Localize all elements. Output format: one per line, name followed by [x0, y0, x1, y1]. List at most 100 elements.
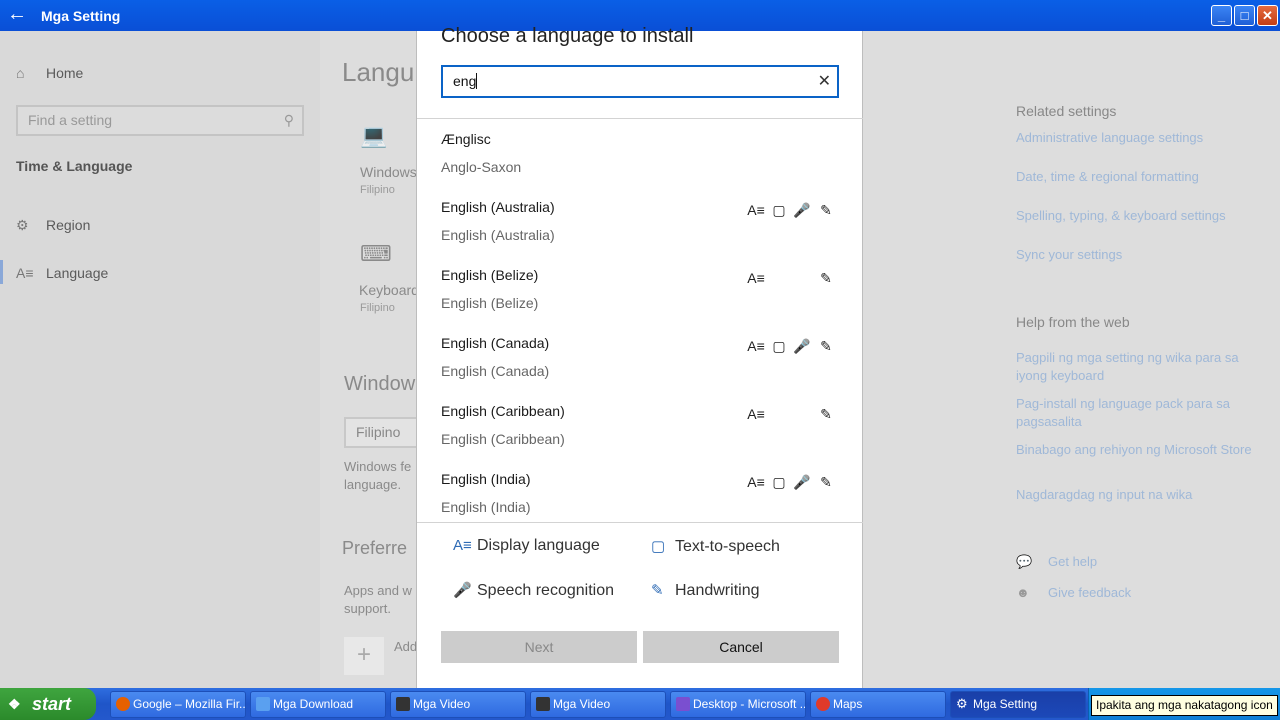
taskbar-label: Desktop - Microsoft ...: [693, 697, 806, 711]
add-text[interactable]: Add: [394, 639, 417, 654]
taskbar-item-maps[interactable]: Maps: [810, 691, 946, 718]
handwriting-icon: ✎: [820, 202, 832, 218]
related-link-spelling[interactable]: Spelling, typing, & keyboard settings: [1016, 207, 1226, 225]
help-link-keyboard[interactable]: Pagpili ng mga setting ng wika para sa i…: [1016, 349, 1266, 385]
related-link-admin[interactable]: Administrative language settings: [1016, 129, 1203, 147]
desktop-icon: [676, 697, 690, 711]
maximize-button[interactable]: □: [1234, 5, 1255, 26]
taskbar-label: Mga Video: [413, 697, 471, 711]
display-language-icon: A≡: [747, 270, 765, 286]
legend-speech-recognition: 🎤 Speech recognition: [453, 581, 614, 600]
help-link-input[interactable]: Nagdaragdag ng input na wika: [1016, 486, 1266, 504]
next-button[interactable]: Next: [441, 631, 637, 663]
speech-recognition-icon: 🎤: [793, 474, 811, 490]
start-label: start: [32, 694, 72, 714]
give-feedback-link[interactable]: Give feedback: [1048, 584, 1131, 602]
language-name: Ænglisc: [441, 131, 491, 147]
windows-fe-text: Windows fe: [344, 459, 412, 474]
handwriting-icon: ✎: [820, 406, 832, 422]
search-icon: ⚲: [283, 112, 294, 128]
taskbar-item-desktop[interactable]: Desktop - Microsoft ...: [670, 691, 806, 718]
legend-display-language: A≡ Display language: [453, 537, 600, 555]
text-caret: [476, 73, 478, 89]
divider: [417, 522, 863, 523]
minimize-button[interactable]: _: [1211, 5, 1232, 26]
speech-recognition-icon: 🎤: [453, 582, 472, 599]
find-setting-input[interactable]: Find a setting ⚲: [16, 105, 304, 136]
clear-icon[interactable]: ✕: [818, 71, 831, 91]
sidebar-item-language[interactable]: A≡ Language: [16, 265, 108, 281]
language-install-dialog: Choose a language to install eng ✕ Ængli…: [416, 25, 863, 688]
gear-icon: ⚙: [956, 696, 968, 711]
related-link-sync[interactable]: Sync your settings: [1016, 246, 1122, 264]
taskbar-item-videos-2[interactable]: Mga Video: [530, 691, 666, 718]
handwriting-icon: ✎: [820, 474, 832, 490]
get-help-link[interactable]: Get help: [1048, 553, 1097, 571]
sidebar-item-label: Region: [46, 217, 91, 233]
taskbar-label: Mga Video: [553, 697, 611, 711]
nav-home-label: Home: [46, 65, 84, 81]
taskbar-label: Mga Download: [273, 697, 354, 711]
taskbar-item-firefox[interactable]: Google – Mozilla Fir...: [110, 691, 246, 718]
close-button[interactable]: ✕: [1257, 5, 1278, 26]
download-icon: [256, 697, 270, 711]
display-language-icon: A≡: [453, 537, 472, 554]
windows-language-heading: Window: [344, 373, 416, 395]
list-item[interactable]: English (Belize) English (Belize) A≡ ✎: [441, 255, 841, 323]
support-text: support.: [344, 601, 391, 616]
help-link-language-pack[interactable]: Pag-install ng language pack para sa pag…: [1016, 395, 1266, 431]
home-icon: ⌂: [16, 65, 25, 81]
language-name: English (Canada): [441, 335, 550, 351]
list-item[interactable]: English (Caribbean) English (Caribbean) …: [441, 391, 841, 459]
list-item[interactable]: English (Australia) English (Australia) …: [441, 187, 841, 255]
find-setting-placeholder: Find a setting: [28, 112, 113, 128]
laptop-icon: 💻: [360, 123, 388, 148]
nav-home[interactable]: ⌂ Home: [16, 65, 83, 81]
sidebar: ⌂ Home Find a setting ⚲ Time & Language ⚙…: [0, 31, 320, 688]
windows-display-item[interactable]: Windows: [360, 164, 417, 180]
taskbar-item-downloads[interactable]: Mga Download: [250, 691, 386, 718]
display-language-icon: A≡: [747, 338, 765, 354]
back-arrow-icon[interactable]: ←: [6, 4, 28, 26]
selected-indicator: [0, 260, 3, 284]
handwriting-icon: ✎: [651, 582, 664, 599]
maps-icon: [816, 697, 830, 711]
help-link-region[interactable]: Binabago ang rehiyon ng Microsoft Store: [1016, 441, 1266, 459]
list-item[interactable]: English (India) English (India) A≡ ▢ 🎤 ✎: [441, 459, 841, 522]
tooltip: Ipakita ang mga nakatagong icon: [1091, 695, 1278, 716]
firefox-icon: [116, 697, 130, 711]
language-name: English (Belize): [441, 267, 539, 283]
legend-handwriting: ✎ Handwriting: [651, 581, 759, 600]
add-language-icon[interactable]: +: [344, 637, 384, 675]
video-icon: [536, 697, 550, 711]
dialog-title: Choose a language to install: [441, 25, 694, 47]
text-to-speech-icon: ▢: [772, 338, 786, 354]
text-to-speech-icon: ▢: [772, 474, 786, 490]
display-language-icon: A≡: [747, 406, 765, 422]
video-icon: [396, 697, 410, 711]
language-list: Ænglisc Anglo-Saxon English (Australia) …: [417, 119, 863, 522]
language-text: language.: [344, 477, 402, 492]
section-title: Time & Language: [16, 158, 133, 174]
taskbar-label: Google – Mozilla Fir...: [133, 697, 246, 711]
taskbar-item-settings[interactable]: ⚙ Mga Setting: [950, 691, 1086, 718]
globe-icon: ⚙: [16, 217, 29, 233]
display-language-icon: A≡: [747, 202, 765, 218]
cancel-button[interactable]: Cancel: [643, 631, 839, 663]
legend-label: Handwriting: [675, 582, 760, 599]
start-button[interactable]: ❖ start: [0, 688, 96, 720]
windows-display-sub: Filipino: [360, 184, 395, 196]
sidebar-item-region[interactable]: ⚙ Region: [16, 217, 90, 234]
list-item[interactable]: Ænglisc Anglo-Saxon: [441, 119, 841, 187]
windows-flag-icon: ❖: [8, 696, 21, 712]
related-link-datetime[interactable]: Date, time & regional formatting: [1016, 168, 1199, 186]
language-name: English (India): [441, 471, 531, 487]
language-select[interactable]: Filipino: [344, 417, 424, 448]
taskbar-item-videos-1[interactable]: Mga Video: [390, 691, 526, 718]
taskbar: ❖ start Google – Mozilla Fir... Mga Downl…: [0, 688, 1280, 720]
keyboard-item[interactable]: Keyboard: [359, 282, 419, 298]
list-item[interactable]: English (Canada) English (Canada) A≡ ▢ 🎤…: [441, 323, 841, 391]
apps-text: Apps and w: [344, 583, 412, 598]
language-search-input[interactable]: eng ✕: [441, 65, 839, 98]
keyboard-sub: Filipino: [360, 302, 395, 314]
